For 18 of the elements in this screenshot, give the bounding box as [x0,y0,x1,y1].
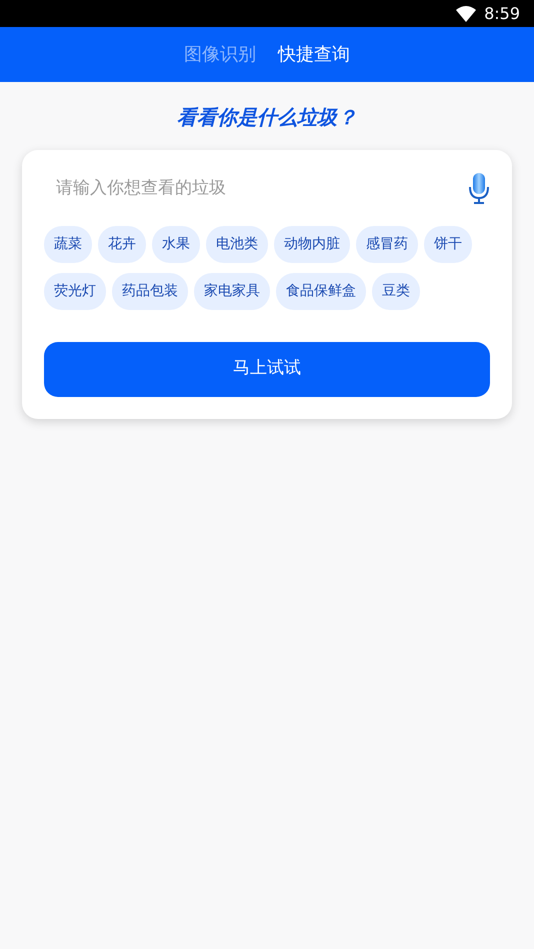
submit-button[interactable]: 马上试试 [44,342,490,396]
tag-chip[interactable]: 水果 [152,226,200,262]
tag-chip[interactable]: 药品包装 [112,272,188,310]
tag-chip[interactable]: 感冒药 [356,226,418,262]
tag-chip[interactable]: 电池类 [206,226,268,262]
clock: 8:59 [484,2,520,24]
wifi-icon [456,6,476,22]
tag-chip[interactable]: 花卉 [98,226,146,262]
tab[interactable]: 快捷查询 [278,41,350,68]
tag-chip[interactable]: 动物内脏 [274,226,350,262]
microphone-icon[interactable] [468,172,490,205]
tag-chip[interactable]: 食品保鲜盒 [276,272,366,310]
tag-chip[interactable]: 饼干 [424,226,472,262]
tag-chip[interactable]: 蔬菜 [44,226,92,262]
tag-chip[interactable]: 豆类 [372,272,420,310]
tag-chip[interactable]: 家电家具 [194,272,270,310]
page-heading: 看看你是什么垃圾？ [176,104,358,131]
tag-chip[interactable]: 荧光灯 [44,272,106,310]
